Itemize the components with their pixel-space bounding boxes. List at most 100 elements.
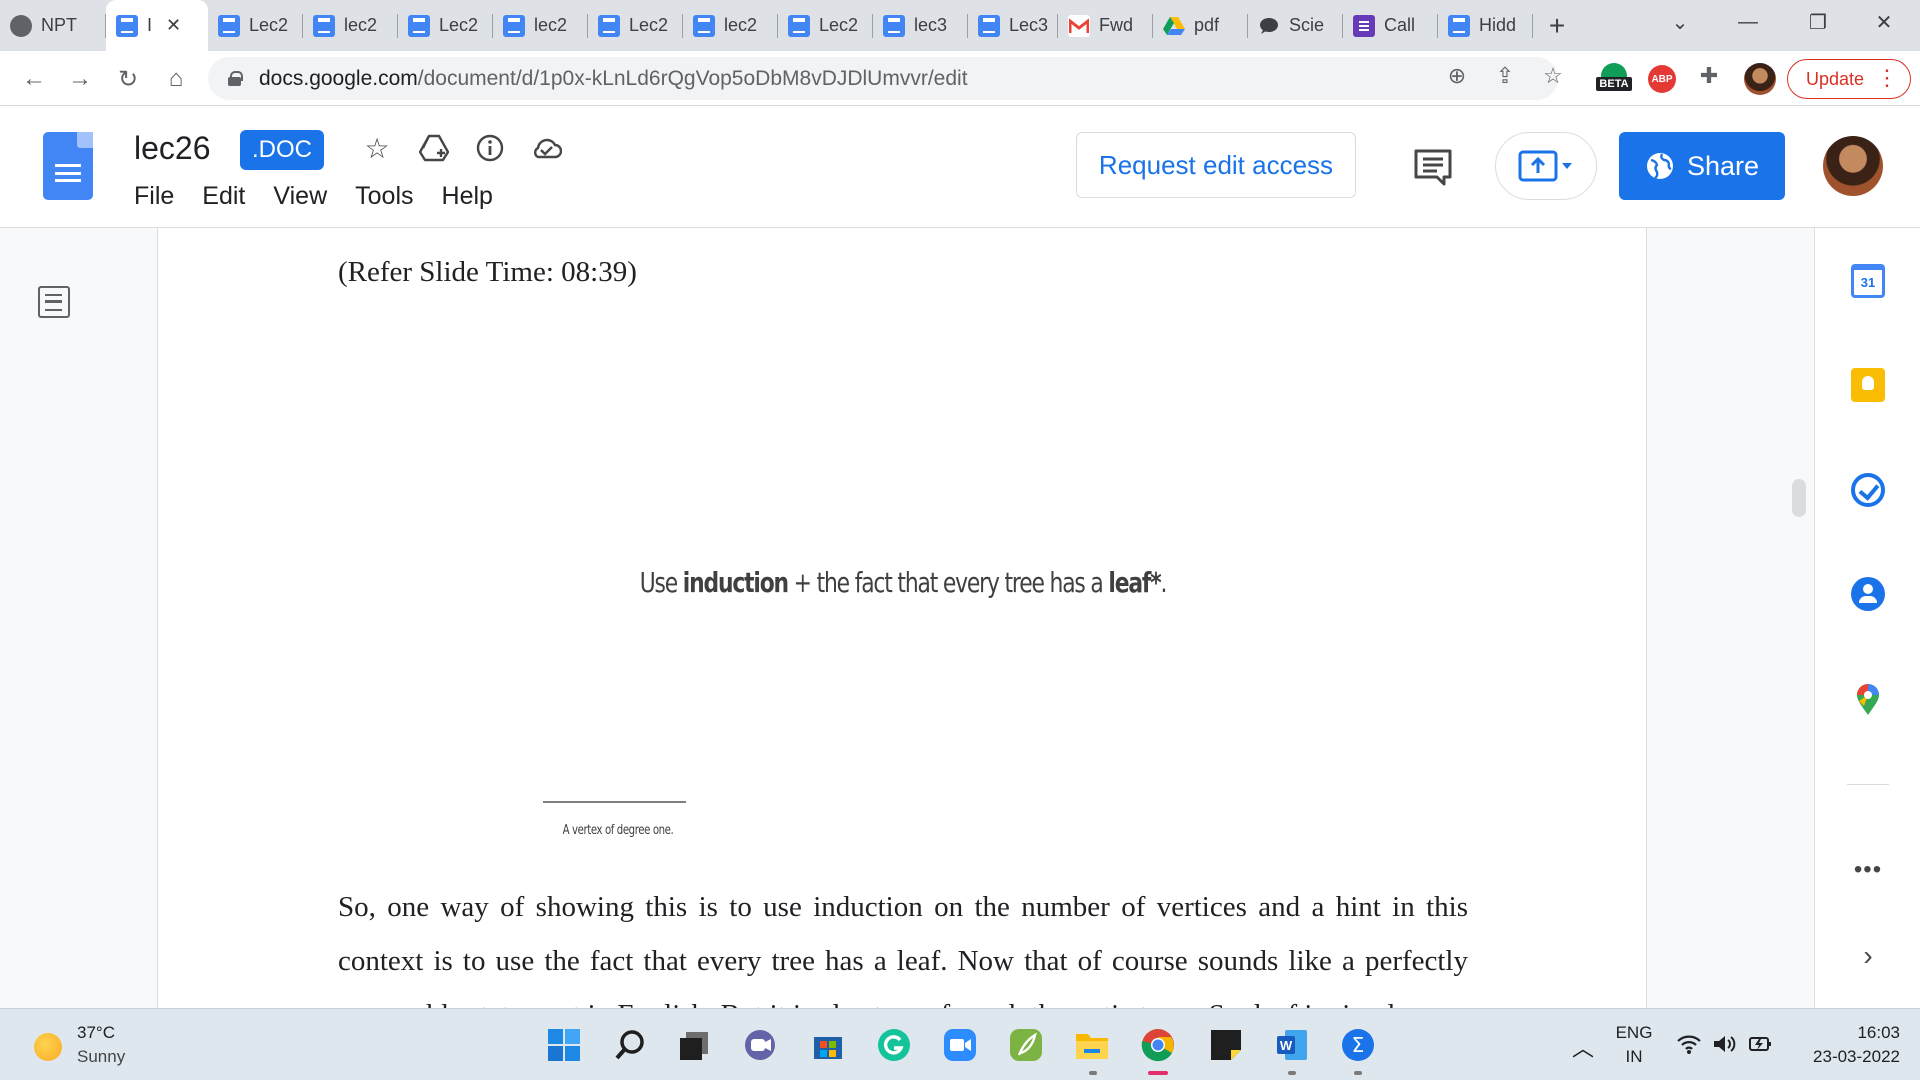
docs-icon	[788, 14, 810, 37]
browser-tab[interactable]: pdf	[1153, 0, 1248, 51]
request-edit-access-button[interactable]: Request edit access	[1076, 132, 1356, 198]
zoom-app-icon[interactable]	[942, 1027, 978, 1063]
comments-icon[interactable]	[1413, 148, 1453, 186]
windows-start-icon[interactable]	[546, 1027, 582, 1063]
restore-icon[interactable]: ❐	[1786, 0, 1850, 44]
document-info-icon[interactable]	[472, 130, 508, 166]
contacts-icon[interactable]	[1851, 577, 1885, 611]
new-tab-button[interactable]: +	[1533, 0, 1581, 51]
keep-icon[interactable]	[1851, 368, 1885, 402]
browser-tab[interactable]: lec2	[683, 0, 778, 51]
menu-item-tools[interactable]: Tools	[355, 182, 413, 211]
file-explorer-icon[interactable]	[1074, 1027, 1110, 1063]
menu-item-edit[interactable]: Edit	[202, 182, 245, 211]
home-icon[interactable]: ⌂	[158, 61, 194, 97]
profile-avatar[interactable]	[1744, 63, 1776, 95]
close-tab-icon[interactable]: ✕	[166, 15, 181, 36]
star-icon[interactable]: ☆	[359, 130, 395, 166]
grammarly-icon[interactable]	[876, 1027, 912, 1063]
browser-tab[interactable]: Hidd	[1438, 0, 1533, 51]
more-addons-icon[interactable]: •••	[1845, 856, 1891, 884]
footnote-divider	[543, 801, 686, 803]
volume-icon[interactable]	[1712, 1033, 1738, 1060]
tray-overflow-chevron-icon[interactable]: ︿	[1572, 1031, 1594, 1063]
word-icon[interactable]: W	[1274, 1027, 1310, 1063]
browser-tab[interactable]: Lec2	[208, 0, 303, 51]
zoom-icon[interactable]: ⊕	[1444, 63, 1470, 89]
math-sigma-icon[interactable]: Σ	[1340, 1027, 1376, 1063]
task-view-icon[interactable]	[676, 1027, 712, 1063]
adblock-icon[interactable]: ABP	[1648, 65, 1676, 93]
lock-icon[interactable]	[228, 71, 243, 86]
weather-description[interactable]: Sunny	[77, 1047, 125, 1067]
browser-tab-label: Lec3	[1009, 15, 1049, 35]
maps-icon[interactable]	[1856, 684, 1880, 718]
update-button[interactable]: Update ⋮	[1787, 59, 1911, 99]
browser-tab[interactable]: Lec2	[398, 0, 493, 51]
microsoft-store-icon[interactable]	[810, 1027, 846, 1063]
docs-icon	[503, 14, 525, 37]
back-icon[interactable]: ←	[16, 61, 52, 97]
slide-footnote: A vertex of degree one.	[562, 823, 674, 838]
calendar-icon[interactable]: 31	[1851, 264, 1885, 298]
cloud-saved-icon[interactable]	[528, 130, 564, 166]
url-text[interactable]: docs.google.com/document/d/1p0x-kLnLd6rQ…	[259, 67, 968, 91]
browser-tab[interactable]: I ✕	[106, 0, 208, 51]
browser-tab[interactable]: Fwd	[1058, 0, 1153, 51]
feather-app-icon[interactable]	[1008, 1027, 1044, 1063]
file-type-badge: .DOC	[240, 130, 324, 170]
language-code[interactable]: ENG	[1612, 1023, 1656, 1043]
add-to-drive-icon[interactable]	[416, 130, 452, 166]
beta-label: BETA	[1596, 77, 1632, 91]
browser-tab[interactable]: Lec2	[588, 0, 683, 51]
tasks-icon[interactable]	[1851, 473, 1885, 507]
minimize-icon[interactable]: —	[1716, 0, 1780, 44]
tab-search-icon[interactable]: ⌄	[1648, 0, 1712, 44]
browser-tab[interactable]: Call	[1343, 0, 1438, 51]
browser-tab[interactable]: Scie	[1248, 0, 1343, 51]
sticky-notes-icon[interactable]	[1208, 1027, 1244, 1063]
chrome-icon[interactable]	[1140, 1027, 1176, 1063]
more-vert-icon[interactable]: ⋮	[1876, 66, 1898, 90]
browser-toolbar: ← → ↻ ⌂ docs.google.com/document/d/1p0x-…	[0, 51, 1920, 106]
wifi-icon[interactable]	[1676, 1033, 1702, 1060]
language-region[interactable]: IN	[1612, 1047, 1656, 1067]
present-button[interactable]	[1495, 132, 1597, 200]
weather-temperature[interactable]: 37°C	[77, 1023, 115, 1043]
bookmark-star-icon[interactable]: ☆	[1540, 63, 1566, 89]
teams-chat-icon[interactable]	[742, 1027, 778, 1063]
extensions-puzzle-icon[interactable]: ✚	[1696, 63, 1722, 89]
clock-time[interactable]: 16:03	[1790, 1023, 1900, 1043]
browser-tab[interactable]: NPT	[0, 0, 106, 51]
drive-icon	[1163, 15, 1185, 37]
menu-item-view[interactable]: View	[273, 182, 327, 211]
forward-icon[interactable]: →	[62, 61, 98, 97]
menu-item-file[interactable]: File	[134, 182, 174, 211]
document-title[interactable]: lec26	[134, 130, 211, 167]
taskbar-running-indicator	[1288, 1071, 1296, 1075]
browser-tab-label: lec2	[344, 15, 378, 35]
clock-date[interactable]: 23-03-2022	[1790, 1047, 1900, 1067]
document-page[interactable]: (Refer Slide Time: 08:39) Use induction …	[157, 228, 1647, 1008]
battery-charging-icon[interactable]	[1748, 1033, 1774, 1060]
weather-sun-icon[interactable]	[34, 1033, 62, 1061]
search-icon[interactable]	[612, 1027, 648, 1063]
browser-tab[interactable]: lec2	[493, 0, 588, 51]
share-button[interactable]: Share	[1619, 132, 1785, 200]
browser-tab[interactable]: lec3	[873, 0, 968, 51]
account-avatar[interactable]	[1823, 136, 1883, 196]
share-page-icon[interactable]: ⇪	[1492, 63, 1518, 89]
menu-item-help[interactable]: Help	[442, 182, 493, 211]
close-window-icon[interactable]: ✕	[1852, 0, 1916, 44]
address-bar[interactable]: docs.google.com/document/d/1p0x-kLnLd6rQ…	[208, 57, 1558, 100]
expand-panel-chevron-icon[interactable]: ›	[1853, 940, 1883, 972]
browser-tab[interactable]: Lec2	[778, 0, 873, 51]
browser-tab[interactable]: lec2	[303, 0, 398, 51]
docs-logo-icon[interactable]	[43, 132, 93, 200]
reload-icon[interactable]: ↻	[110, 61, 146, 97]
document-outline-icon[interactable]	[38, 286, 70, 318]
vertical-scrollbar-thumb[interactable]	[1792, 479, 1806, 517]
beta-extension-icon[interactable]: BETA	[1596, 59, 1632, 99]
browser-tab[interactable]: Lec3	[968, 0, 1058, 51]
browser-tab-label: Scie	[1289, 15, 1325, 35]
